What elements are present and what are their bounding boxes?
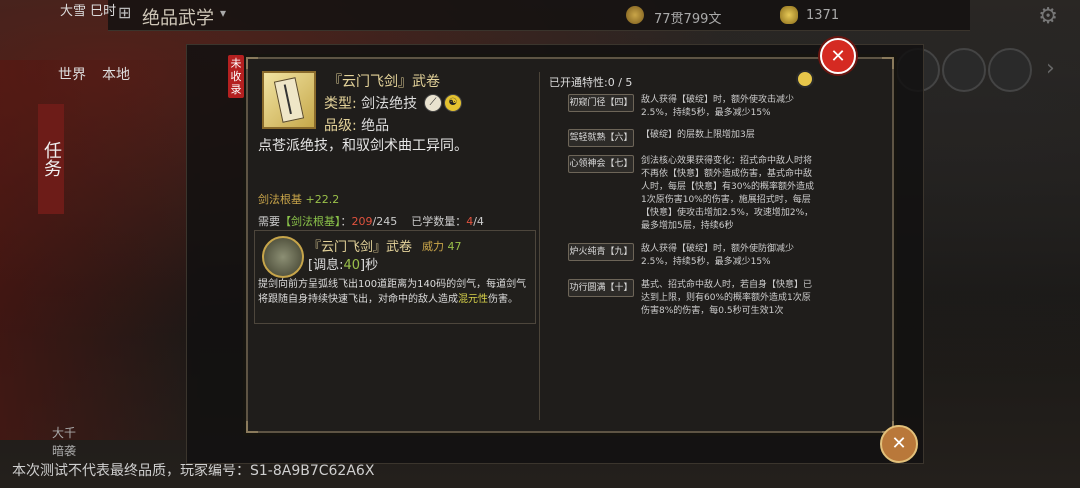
requirement-line: 需要【剑法根基】：209/245 已学数量：4/4 — [258, 215, 484, 228]
close-circle-icon[interactable]: ✕ — [880, 425, 918, 463]
book-name: 『云门飞剑』武卷 — [328, 74, 440, 90]
book-type-line: 类型: 剑法绝技 — [324, 93, 417, 113]
cd-suffix: ]秒 — [360, 258, 379, 273]
currency-gold: 1371 — [806, 8, 840, 23]
frame-corner — [246, 57, 258, 69]
learned-label: 已学数量： — [411, 215, 467, 228]
attribute-bonus: 剑法根基 +22.2 — [258, 191, 339, 207]
req-label: 需要 — [258, 215, 280, 228]
type-value: 剑法绝技 — [361, 96, 418, 112]
trait-description: 剑法核心效果获得变化：招式命中敌人时将不再依【快意】额外造成伤害，基式命中敌人时… — [641, 156, 815, 231]
power-label: 威力 — [422, 240, 444, 253]
time-weather: 大雪 巳时 — [60, 4, 117, 19]
npc-avatar-icon[interactable] — [988, 48, 1032, 92]
currency-copper: 77贯799文 — [654, 12, 722, 27]
npc-avatar-icon[interactable] — [942, 48, 986, 92]
attr-name: 剑法根基 — [258, 193, 302, 206]
frame-corner — [246, 421, 258, 433]
left-panel-backdrop — [0, 60, 200, 440]
header-title: 绝品武学 — [142, 8, 214, 29]
scroll-book-icon — [262, 71, 316, 129]
cd-prefix: [调息: — [308, 258, 344, 273]
grade-label: 品级: — [324, 118, 357, 134]
trait-description: 基式、招式命中敌人时，若自身【快意】已达到上限，则有60%的概率额外造成1次原伤… — [641, 280, 813, 316]
skill-power: 威力 47 — [422, 238, 462, 254]
learned-total: /4 — [473, 215, 484, 228]
skill-desc-end: 伤害。 — [488, 294, 518, 305]
copper-coin-icon — [626, 6, 644, 24]
chat-channel-label[interactable]: 大千 — [52, 424, 76, 441]
power-value: 47 — [447, 240, 462, 253]
chat-line: 暗袭 — [52, 444, 77, 458]
trait-description: 敌人获得【破绽】时，额外使防御减少2.5%，持续5秒，最多减少15% — [641, 244, 795, 267]
gear-icon[interactable]: ⚙ — [1038, 4, 1058, 29]
book-grade-line: 品级: 绝品 — [324, 115, 389, 135]
skill-name: 『云门飞剑』武卷 — [308, 240, 413, 255]
close-icon: ✕ — [830, 45, 846, 67]
traits-header: 已开通特性:0 / 5 — [549, 76, 633, 89]
trait-button[interactable]: 心领神会【七】 — [568, 155, 634, 173]
eye-icon[interactable] — [796, 70, 814, 88]
trait-button[interactable]: 初窥门径【四】 — [568, 94, 634, 112]
uncollected-tag: 未收录 — [228, 55, 244, 98]
cd-value: 40 — [343, 258, 360, 273]
trait-button[interactable]: 功行圆满【十】 — [568, 279, 634, 297]
world-map-button[interactable]: 世界 — [58, 64, 86, 84]
task-tab[interactable]: 任务 — [38, 104, 64, 214]
trait-button[interactable]: 驾轻就熟【六】 — [568, 129, 634, 147]
column-divider — [539, 72, 540, 420]
skill-description: 提剑向前方呈弧线飞出100道距离为140码的剑气，每道剑气将跟随自身持续快速飞出… — [258, 277, 530, 307]
book-description: 点苍派绝技，和驭剑术曲工异同。 — [258, 138, 468, 154]
flying-sword-skill-icon — [262, 236, 304, 278]
skill-desc-highlight: 混元性 — [458, 294, 488, 305]
grade-value: 绝品 — [361, 118, 390, 134]
local-map-button[interactable]: 本地 — [102, 64, 130, 84]
req-total: /245 — [372, 215, 398, 228]
attr-value: +22.2 — [305, 193, 340, 206]
trait-description: 敌人获得【破绽】时，额外使攻击减少2.5%，持续5秒，最多减少15% — [641, 95, 795, 118]
top-header-bar: ⊞ 绝品武学 ▾ — [108, 0, 970, 31]
sword-icon: ⟋ — [424, 94, 442, 112]
trait-description: 【破绽】的层数上限增加3层 — [641, 130, 755, 140]
type-label: 类型: — [324, 96, 357, 112]
chevron-right-icon[interactable]: › — [1046, 56, 1055, 81]
expand-icon[interactable]: ⊞ — [118, 3, 131, 22]
frame-corner — [882, 57, 894, 69]
req-current: 209 — [351, 215, 373, 228]
gold-ingot-icon — [780, 6, 798, 24]
chevron-down-icon[interactable]: ▾ — [220, 6, 226, 20]
req-attr: 【剑法根基】 — [280, 215, 341, 228]
skill-cooldown: [调息:40]秒 — [308, 254, 378, 273]
yinyang-icon: ☯ — [444, 94, 462, 112]
close-button[interactable]: ✕ — [820, 38, 856, 74]
trait-button[interactable]: 炉火纯青【九】 — [568, 243, 634, 261]
